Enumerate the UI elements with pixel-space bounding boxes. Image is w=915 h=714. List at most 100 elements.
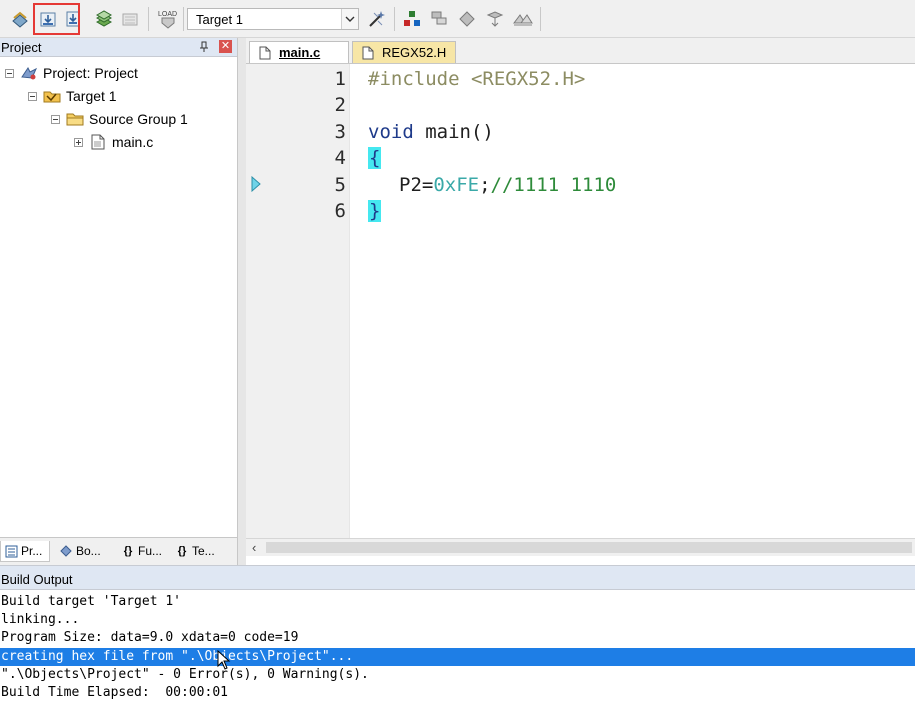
books-tab-icon [59, 544, 73, 558]
identifier: P2= [399, 174, 434, 196]
output-line[interactable]: Build Time Elapsed: 00:00:01 [0, 684, 915, 702]
tab-regx52-h[interactable]: REGX52.H [352, 41, 456, 63]
diamond-icon [459, 11, 475, 27]
scroll-left-icon[interactable]: ‹ [252, 540, 256, 555]
output-line[interactable]: linking... [0, 611, 915, 629]
toolbar: LOAD Target 1 [0, 0, 915, 38]
file-icon [91, 134, 105, 150]
target-select-value: Target 1 [196, 12, 243, 27]
pack-update-button[interactable] [512, 8, 534, 30]
batch-build-button[interactable] [93, 8, 115, 30]
line-number: 3 [334, 121, 346, 143]
preprocessor-directive: #include <REGX52.H> [368, 68, 586, 90]
editor-tabs: main.c REGX52.H [246, 38, 915, 64]
output-line[interactable]: Build target 'Target 1' [0, 593, 915, 611]
toolbar-separator [148, 7, 149, 31]
project-icon [21, 67, 38, 80]
diamond-down-icon [486, 11, 504, 27]
load-label: LOAD [158, 11, 177, 18]
output-line[interactable]: Program Size: data=9.0 xdata=0 code=19 [0, 629, 915, 647]
folder-icon [66, 113, 84, 126]
batch-build-icon [95, 10, 113, 27]
project-panel-tabs: Pr... Bo... {} Fu... {} Te... [0, 537, 237, 565]
tab-project[interactable]: Pr... [0, 541, 50, 562]
toolbar-separator [183, 7, 184, 31]
mouse-cursor-icon [217, 650, 231, 670]
toolbar-separator [540, 7, 541, 31]
stop-build-button[interactable] [119, 8, 141, 30]
manage-components-button[interactable] [401, 8, 423, 30]
panel-splitter[interactable] [238, 38, 246, 565]
tab-label: Pr... [21, 544, 43, 558]
expand-icon[interactable] [74, 137, 83, 147]
highlight-box [33, 3, 80, 35]
packages-icon [513, 14, 533, 26]
build-output-header: Build Output [0, 565, 915, 590]
components-icon [404, 11, 420, 26]
templates-tab-icon: {} [177, 545, 187, 557]
tab-templates[interactable]: {} Te... [172, 541, 224, 561]
tree-label: main.c [112, 134, 154, 150]
output-line[interactable]: ".\Objects\Project" - 0 Error(s), 0 Warn… [0, 666, 915, 684]
collapse-icon[interactable] [5, 68, 14, 78]
tab-label: main.c [279, 45, 321, 60]
collapse-icon[interactable] [51, 114, 60, 124]
line-number: 4 [334, 147, 346, 169]
code-line-4: { [368, 147, 382, 169]
code-line-6: } [368, 200, 382, 222]
tab-label: REGX52.H [382, 45, 447, 60]
pin-icon[interactable] [198, 41, 210, 53]
runtime-env-button[interactable] [484, 8, 506, 30]
project-tab-icon [4, 544, 18, 558]
tab-label: Bo... [76, 544, 101, 558]
packs-icon [431, 11, 447, 25]
line-number: 1 [334, 68, 346, 90]
tab-label: Fu... [138, 544, 163, 558]
code-line-5: P2=0xFE;//1111 1110 [399, 174, 616, 196]
target-select[interactable]: Target 1 [187, 8, 359, 30]
tree-item-project[interactable]: Project: Project [5, 63, 138, 83]
tree-label: Source Group 1 [89, 111, 188, 127]
translate-button[interactable] [9, 8, 31, 30]
tab-main-c[interactable]: main.c [249, 41, 349, 63]
output-line-selected[interactable]: creating hex file from ".\Objects\Projec… [0, 648, 915, 666]
target-icon [43, 91, 61, 103]
chevron-down-icon[interactable] [341, 9, 358, 29]
pack-installer-button[interactable] [456, 8, 478, 30]
build-output-panel: Build Output Build target 'Target 1' lin… [0, 565, 915, 714]
close-icon[interactable]: ✕ [219, 40, 232, 53]
horizontal-scrollbar[interactable]: ‹ [246, 538, 915, 556]
download-button[interactable]: LOAD [156, 8, 180, 30]
functions-tab-icon: {} [123, 545, 133, 557]
tree-label: Target 1 [66, 88, 117, 104]
tab-label: Te... [192, 544, 215, 558]
tab-books[interactable]: Bo... [56, 541, 112, 561]
collapse-icon[interactable] [28, 91, 37, 101]
tab-functions[interactable]: {} Fu... [118, 541, 170, 561]
tree-item-target[interactable]: Target 1 [28, 86, 117, 106]
matched-brace: } [368, 200, 382, 222]
target-options-button[interactable] [366, 8, 388, 30]
comment: //1111 1110 [490, 174, 617, 196]
load-icon: LOAD [158, 11, 177, 29]
number-literal: 0xFE [433, 174, 480, 196]
keyword: void [368, 121, 414, 143]
identifier: main() [413, 121, 494, 143]
magic-wand-icon [369, 11, 385, 27]
translate-icon [12, 11, 28, 28]
build-output-title: Build Output [1, 572, 73, 587]
project-panel: Project ✕ Project: Project Target 1 Sour… [0, 38, 238, 565]
line-number: 6 [334, 200, 346, 222]
tree-item-main-c[interactable]: main.c [74, 132, 153, 152]
code-area[interactable]: #include <REGX52.H> void main() { P2=0xF… [349, 64, 915, 538]
file-icon [362, 46, 374, 59]
scrollbar-track[interactable] [266, 542, 912, 553]
project-panel-title: Project [1, 40, 42, 55]
matched-brace: { [368, 147, 382, 169]
file-icon [259, 46, 271, 59]
code-line-3: void main() [368, 121, 494, 143]
toolbar-separator [394, 7, 395, 31]
select-packs-button[interactable] [428, 8, 450, 30]
tree-item-source-group[interactable]: Source Group 1 [51, 109, 188, 129]
code-editor[interactable]: 1 2 3 4 5 6 #include <REGX52.H> void mai… [246, 64, 915, 538]
